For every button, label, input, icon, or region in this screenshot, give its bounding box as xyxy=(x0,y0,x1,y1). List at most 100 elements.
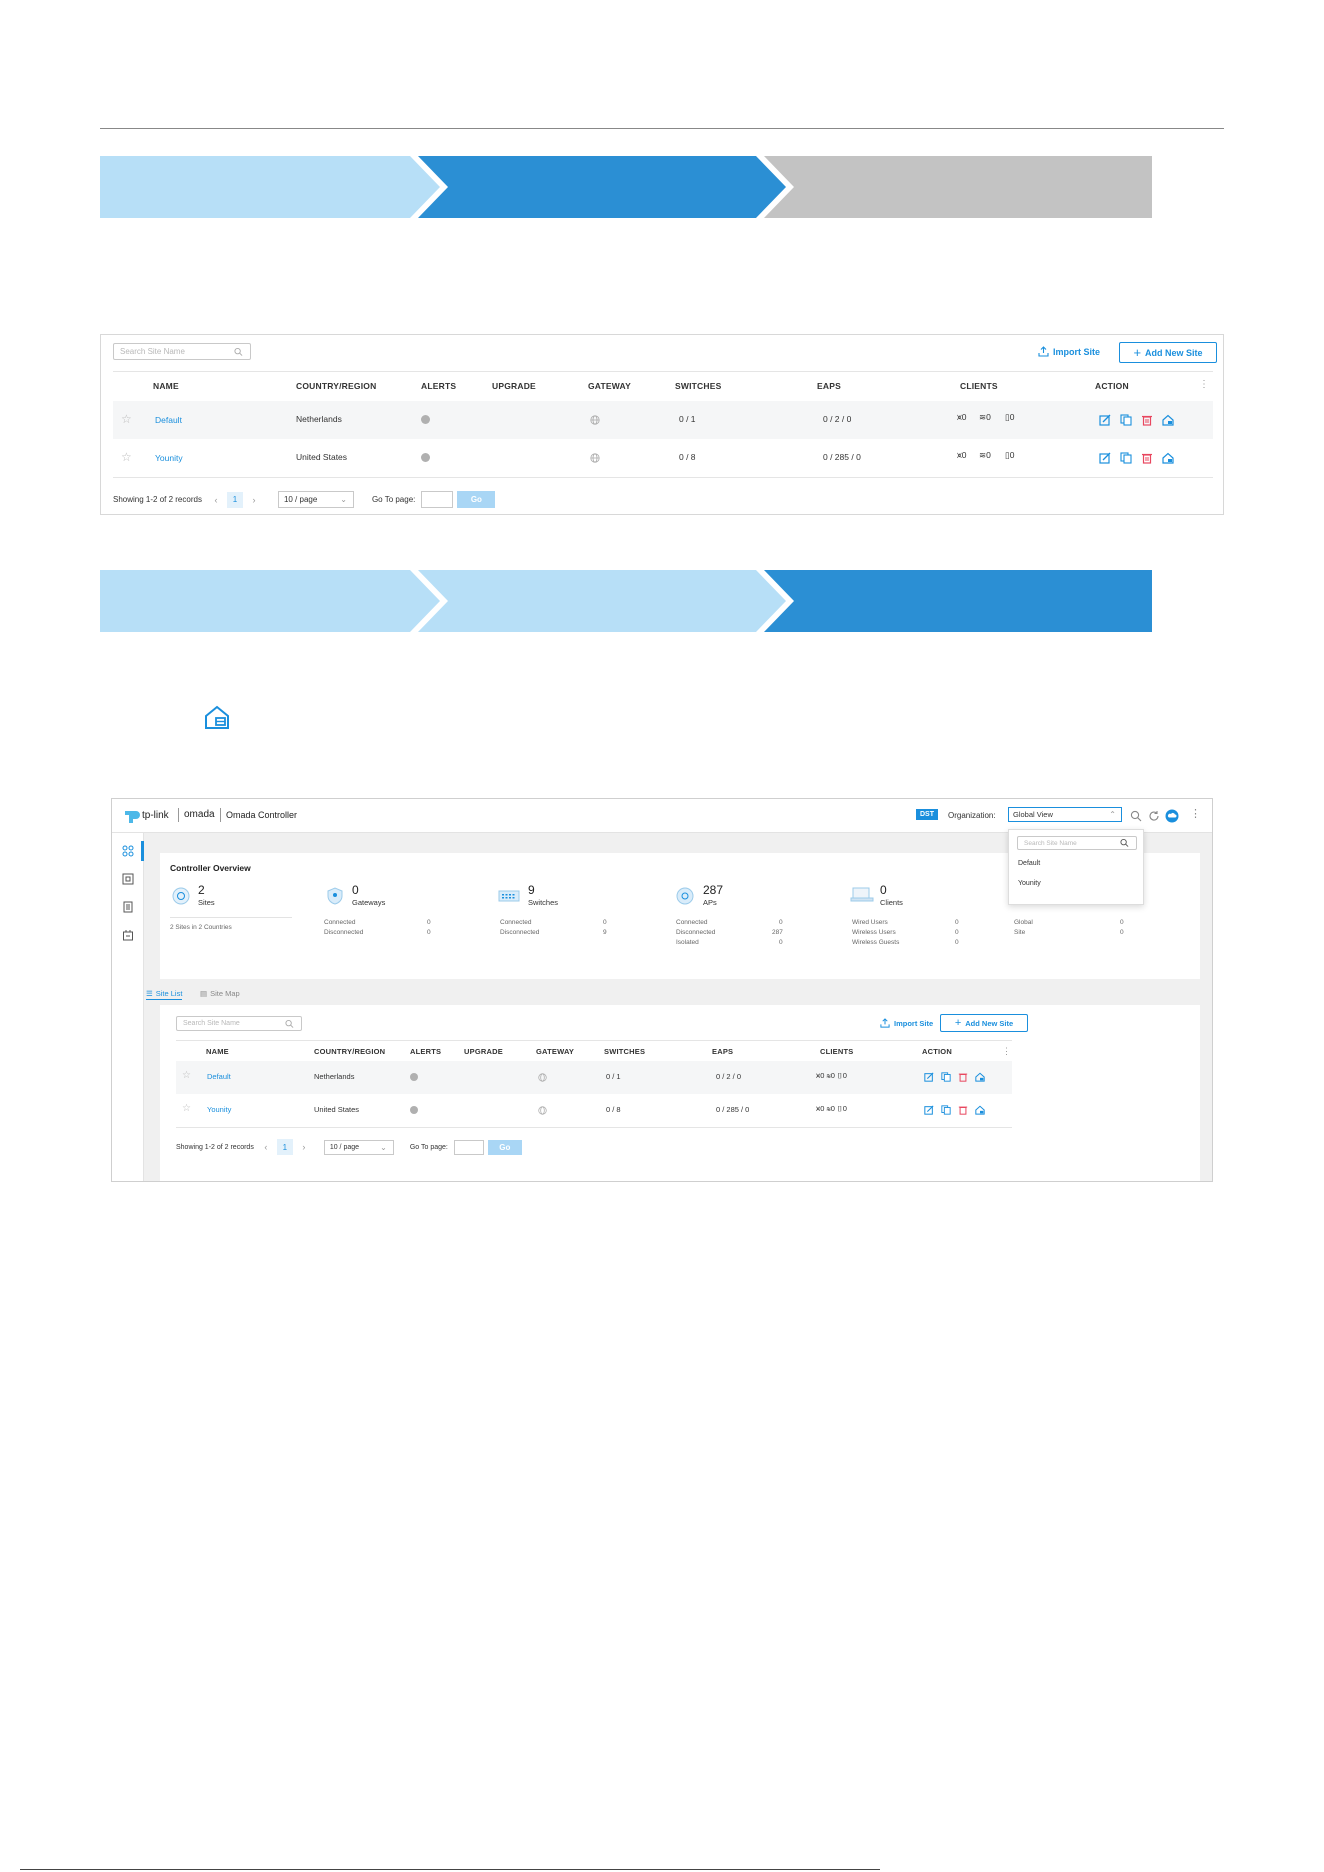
col-action: ACTION xyxy=(922,1047,952,1056)
refresh-icon[interactable] xyxy=(1148,810,1160,822)
left-sidebar xyxy=(112,833,144,1181)
delete-icon[interactable] xyxy=(1141,414,1153,426)
logs-icon[interactable] xyxy=(122,901,134,913)
column-settings-icon[interactable]: ⋮ xyxy=(1002,1046,1011,1057)
go-button[interactable]: Go xyxy=(457,491,496,508)
records-summary: Showing 1-2 of 2 records xyxy=(176,1143,254,1151)
import-site-button[interactable]: Import Site xyxy=(880,1018,933,1028)
switches-count: 0 / 1 xyxy=(679,414,696,424)
next-page-button[interactable]: › xyxy=(246,492,262,508)
footer-rule xyxy=(20,1869,880,1870)
edit-icon[interactable] xyxy=(1099,452,1111,464)
current-page-button[interactable]: 1 xyxy=(226,491,243,508)
edit-icon[interactable] xyxy=(924,1072,934,1082)
eaps-count: 0 / 285 / 0 xyxy=(716,1105,750,1114)
org-select[interactable]: Global View ⌃ xyxy=(1008,807,1122,822)
wireless-clients: ≋0 xyxy=(979,450,991,460)
goto-page-input[interactable] xyxy=(421,491,454,508)
clients-icon xyxy=(850,887,874,902)
search-icon xyxy=(234,347,243,356)
edit-icon[interactable] xyxy=(1099,414,1111,426)
manage-site-icon[interactable] xyxy=(975,1105,985,1115)
wired-clients: ⩙0 xyxy=(957,450,967,460)
dropdown-option[interactable]: Younity xyxy=(1018,880,1041,887)
col-name: NAME xyxy=(153,381,179,391)
copy-icon[interactable] xyxy=(941,1105,951,1115)
import-site-label: Import Site xyxy=(1053,346,1101,357)
manage-site-icon[interactable] xyxy=(1162,452,1174,464)
switch-icon xyxy=(498,890,520,902)
site-name-link[interactable]: Younity xyxy=(155,453,183,463)
site-name-link[interactable]: Younity xyxy=(207,1105,231,1114)
stat-value: 287 xyxy=(703,883,724,897)
ap-icon xyxy=(676,887,694,905)
upload-icon xyxy=(1038,346,1049,357)
favorite-star-icon[interactable]: ☆ xyxy=(182,1103,191,1114)
col-alerts: ALERTS xyxy=(410,1047,442,1056)
controller-window: tp-link omada Omada Controller DST Organ… xyxy=(111,798,1213,1182)
product-name: omada xyxy=(184,809,215,820)
add-new-site-button[interactable]: + Add New Site xyxy=(940,1014,1028,1032)
manage-site-icon[interactable] xyxy=(975,1072,985,1082)
stat-detail-key: Disconnected xyxy=(676,929,716,936)
favorite-star-icon[interactable]: ☆ xyxy=(121,412,132,426)
stat-detail-key: Isolated xyxy=(676,939,699,946)
stat-label: Gateways xyxy=(352,898,386,907)
manage-site-icon[interactable] xyxy=(1162,414,1174,426)
site-name-link[interactable]: Default xyxy=(207,1072,231,1081)
more-menu-icon[interactable]: ⋮ xyxy=(1190,807,1201,820)
stat-value: 9 xyxy=(528,883,535,897)
prev-page-button[interactable]: ‹ xyxy=(208,492,224,508)
prev-page-button[interactable]: ‹ xyxy=(258,1139,274,1155)
search-site-input[interactable]: Search Site Name xyxy=(113,343,251,360)
copy-icon[interactable] xyxy=(1120,414,1132,426)
goto-page-input[interactable] xyxy=(453,1139,484,1155)
delete-icon[interactable] xyxy=(1141,452,1153,464)
chevron-down-icon: ⌄ xyxy=(340,495,347,504)
dropdown-search-input[interactable]: Search Site Name xyxy=(1017,836,1137,850)
search-icon[interactable] xyxy=(1130,810,1142,822)
page-size-select[interactable]: 10 / page ⌄ xyxy=(323,1139,394,1155)
tab-site-map[interactable]: ▤ Site Map xyxy=(200,989,240,998)
stat-detail-key: Wired Users xyxy=(852,919,888,926)
current-page-button[interactable]: 1 xyxy=(276,1139,293,1155)
stat-label: Switches xyxy=(528,898,559,907)
copy-icon[interactable] xyxy=(941,1072,951,1082)
map-icon: ▤ xyxy=(200,989,208,998)
column-settings-icon[interactable]: ⋮ xyxy=(1199,379,1209,390)
devices-icon[interactable] xyxy=(122,873,134,885)
favorite-star-icon[interactable]: ☆ xyxy=(182,1070,191,1081)
table-row: ☆ Younity United States 0 / 8 0 / 285 / … xyxy=(176,1094,1012,1127)
col-switches: SWITCHES xyxy=(675,381,722,391)
cloud-icon[interactable] xyxy=(1165,809,1179,823)
site-name-link[interactable]: Default xyxy=(155,415,182,425)
guest-clients: ▯0 xyxy=(1005,412,1015,422)
dropdown-option[interactable]: Default xyxy=(1018,860,1040,867)
go-button[interactable]: Go xyxy=(487,1139,522,1155)
plus-icon: + xyxy=(1133,345,1142,360)
delete-icon[interactable] xyxy=(958,1072,968,1082)
next-page-button[interactable]: › xyxy=(296,1139,312,1155)
stat-detail: 2 Sites in 2 Countries xyxy=(170,924,232,931)
import-site-button[interactable]: Import Site xyxy=(1038,346,1100,357)
alert-icon xyxy=(421,453,430,462)
favorite-star-icon[interactable]: ☆ xyxy=(121,450,132,464)
overview-title: Controller Overview xyxy=(170,863,251,873)
copy-icon[interactable] xyxy=(1120,452,1132,464)
settings-icon[interactable] xyxy=(122,929,134,941)
pagination: Showing 1-2 of 2 records ‹ 1 › 10 / page… xyxy=(113,491,496,508)
dashboard-icon[interactable] xyxy=(122,845,134,857)
stat-detail-value: 287 xyxy=(772,929,783,936)
table-row: ☆ Default Netherlands 0 / 1 0 / 2 / 0 ⩙0… xyxy=(113,401,1213,439)
brand-name: tp-link xyxy=(142,810,169,821)
add-new-site-button[interactable]: + Add New Site xyxy=(1119,342,1217,363)
page-size-select[interactable]: 10 / page ⌄ xyxy=(277,491,354,508)
stat-detail-value: 0 xyxy=(427,929,431,936)
search-site-input[interactable]: Search Site Name xyxy=(176,1016,302,1031)
edit-icon[interactable] xyxy=(924,1105,934,1115)
stat-detail-value: 9 xyxy=(603,929,607,936)
tab-site-list[interactable]: ☰ Site List xyxy=(146,989,183,1000)
delete-icon[interactable] xyxy=(958,1105,968,1115)
pagination: Showing 1-2 of 2 records ‹ 1 › 10 / page… xyxy=(176,1139,522,1155)
alert-icon xyxy=(410,1106,418,1114)
